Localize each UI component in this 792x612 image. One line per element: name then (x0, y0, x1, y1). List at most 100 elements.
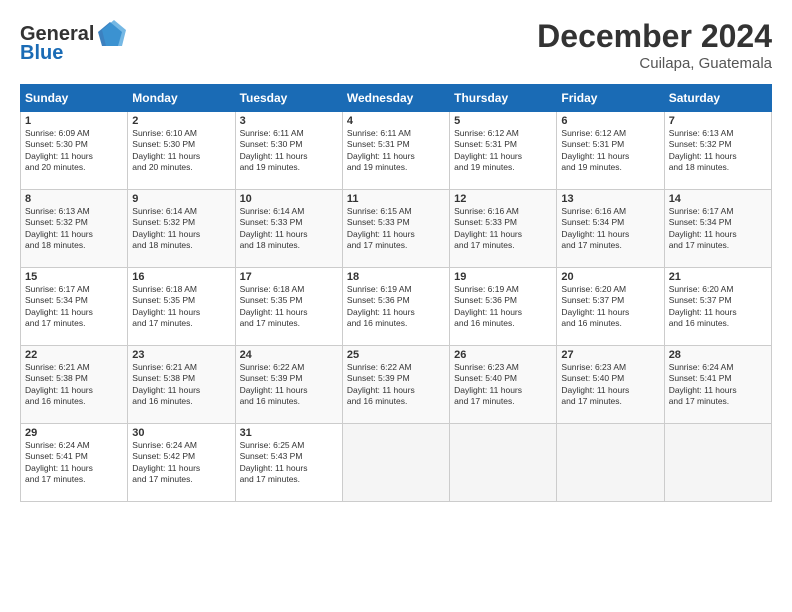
calendar-cell: 15Sunrise: 6:17 AM Sunset: 5:34 PM Dayli… (21, 268, 128, 346)
calendar-cell: 6Sunrise: 6:12 AM Sunset: 5:31 PM Daylig… (557, 112, 664, 190)
day-number: 24 (240, 349, 338, 361)
day-info: Sunrise: 6:24 AM Sunset: 5:42 PM Dayligh… (132, 440, 230, 486)
calendar-cell: 25Sunrise: 6:22 AM Sunset: 5:39 PM Dayli… (342, 346, 449, 424)
calendar-cell: 24Sunrise: 6:22 AM Sunset: 5:39 PM Dayli… (235, 346, 342, 424)
day-number: 31 (240, 427, 338, 439)
calendar-cell: 23Sunrise: 6:21 AM Sunset: 5:38 PM Dayli… (128, 346, 235, 424)
day-info: Sunrise: 6:22 AM Sunset: 5:39 PM Dayligh… (347, 362, 445, 408)
day-info: Sunrise: 6:17 AM Sunset: 5:34 PM Dayligh… (669, 206, 767, 252)
calendar-cell: 8Sunrise: 6:13 AM Sunset: 5:32 PM Daylig… (21, 190, 128, 268)
calendar-cell (664, 424, 771, 502)
location: Cuilapa, Guatemala (537, 55, 772, 72)
day-info: Sunrise: 6:09 AM Sunset: 5:30 PM Dayligh… (25, 128, 123, 174)
day-number: 3 (240, 115, 338, 127)
calendar-cell: 11Sunrise: 6:15 AM Sunset: 5:33 PM Dayli… (342, 190, 449, 268)
calendar-cell: 9Sunrise: 6:14 AM Sunset: 5:32 PM Daylig… (128, 190, 235, 268)
calendar-cell: 7Sunrise: 6:13 AM Sunset: 5:32 PM Daylig… (664, 112, 771, 190)
day-info: Sunrise: 6:22 AM Sunset: 5:39 PM Dayligh… (240, 362, 338, 408)
calendar-cell: 17Sunrise: 6:18 AM Sunset: 5:35 PM Dayli… (235, 268, 342, 346)
day-info: Sunrise: 6:24 AM Sunset: 5:41 PM Dayligh… (25, 440, 123, 486)
calendar-cell: 18Sunrise: 6:19 AM Sunset: 5:36 PM Dayli… (342, 268, 449, 346)
calendar-cell: 27Sunrise: 6:23 AM Sunset: 5:40 PM Dayli… (557, 346, 664, 424)
header-row: Sunday Monday Tuesday Wednesday Thursday… (21, 85, 772, 112)
day-number: 5 (454, 115, 552, 127)
logo-icon (94, 18, 126, 50)
day-info: Sunrise: 6:12 AM Sunset: 5:31 PM Dayligh… (561, 128, 659, 174)
day-info: Sunrise: 6:18 AM Sunset: 5:35 PM Dayligh… (240, 284, 338, 330)
day-info: Sunrise: 6:14 AM Sunset: 5:33 PM Dayligh… (240, 206, 338, 252)
calendar-cell: 5Sunrise: 6:12 AM Sunset: 5:31 PM Daylig… (450, 112, 557, 190)
calendar-cell: 2Sunrise: 6:10 AM Sunset: 5:30 PM Daylig… (128, 112, 235, 190)
col-thursday: Thursday (450, 85, 557, 112)
calendar-table: Sunday Monday Tuesday Wednesday Thursday… (20, 84, 772, 502)
calendar-cell: 14Sunrise: 6:17 AM Sunset: 5:34 PM Dayli… (664, 190, 771, 268)
day-number: 11 (347, 193, 445, 205)
calendar-cell: 29Sunrise: 6:24 AM Sunset: 5:41 PM Dayli… (21, 424, 128, 502)
day-number: 22 (25, 349, 123, 361)
calendar-cell: 28Sunrise: 6:24 AM Sunset: 5:41 PM Dayli… (664, 346, 771, 424)
calendar-week-5: 29Sunrise: 6:24 AM Sunset: 5:41 PM Dayli… (21, 424, 772, 502)
day-info: Sunrise: 6:19 AM Sunset: 5:36 PM Dayligh… (347, 284, 445, 330)
calendar-cell: 1Sunrise: 6:09 AM Sunset: 5:30 PM Daylig… (21, 112, 128, 190)
col-wednesday: Wednesday (342, 85, 449, 112)
day-info: Sunrise: 6:21 AM Sunset: 5:38 PM Dayligh… (132, 362, 230, 408)
calendar-cell: 13Sunrise: 6:16 AM Sunset: 5:34 PM Dayli… (557, 190, 664, 268)
day-number: 20 (561, 271, 659, 283)
calendar-week-4: 22 Sunrise: 6:21 AM Sunset: 5:38 PM Dayli… (21, 346, 772, 424)
logo: General Blue (20, 18, 126, 65)
day-number: 14 (669, 193, 767, 205)
day-number: 4 (347, 115, 445, 127)
day-info: Sunrise: 6:14 AM Sunset: 5:32 PM Dayligh… (132, 206, 230, 252)
day-number: 29 (25, 427, 123, 439)
calendar-cell: 12Sunrise: 6:16 AM Sunset: 5:33 PM Dayli… (450, 190, 557, 268)
day-number: 27 (561, 349, 659, 361)
title-block: December 2024 Cuilapa, Guatemala (537, 18, 772, 72)
calendar-cell (557, 424, 664, 502)
calendar-cell: 30Sunrise: 6:24 AM Sunset: 5:42 PM Dayli… (128, 424, 235, 502)
day-info: Sunrise: 6:24 AM Sunset: 5:41 PM Dayligh… (669, 362, 767, 408)
col-monday: Monday (128, 85, 235, 112)
day-number: 9 (132, 193, 230, 205)
calendar-cell: 3Sunrise: 6:11 AM Sunset: 5:30 PM Daylig… (235, 112, 342, 190)
day-number: 25 (347, 349, 445, 361)
day-number: 6 (561, 115, 659, 127)
calendar-cell: 4Sunrise: 6:11 AM Sunset: 5:31 PM Daylig… (342, 112, 449, 190)
page: General Blue December 2024 Cuilapa, Guat… (0, 0, 792, 512)
day-info: Sunrise: 6:23 AM Sunset: 5:40 PM Dayligh… (454, 362, 552, 408)
col-friday: Friday (557, 85, 664, 112)
day-number: 1 (25, 115, 123, 127)
logo-blue: Blue (20, 42, 63, 65)
day-info: Sunrise: 6:19 AM Sunset: 5:36 PM Dayligh… (454, 284, 552, 330)
col-tuesday: Tuesday (235, 85, 342, 112)
day-info: Sunrise: 6:20 AM Sunset: 5:37 PM Dayligh… (669, 284, 767, 330)
day-number: 10 (240, 193, 338, 205)
day-info: Sunrise: 6:18 AM Sunset: 5:35 PM Dayligh… (132, 284, 230, 330)
day-number: 7 (669, 115, 767, 127)
day-number: 12 (454, 193, 552, 205)
day-info: Sunrise: 6:10 AM Sunset: 5:30 PM Dayligh… (132, 128, 230, 174)
day-number: 2 (132, 115, 230, 127)
day-number: 28 (669, 349, 767, 361)
col-sunday: Sunday (21, 85, 128, 112)
day-info: Sunrise: 6:16 AM Sunset: 5:34 PM Dayligh… (561, 206, 659, 252)
day-info: Sunrise: 6:11 AM Sunset: 5:31 PM Dayligh… (347, 128, 445, 174)
calendar-week-2: 8Sunrise: 6:13 AM Sunset: 5:32 PM Daylig… (21, 190, 772, 268)
day-info: Sunrise: 6:17 AM Sunset: 5:34 PM Dayligh… (25, 284, 123, 330)
day-info: Sunrise: 6:25 AM Sunset: 5:43 PM Dayligh… (240, 440, 338, 486)
header: General Blue December 2024 Cuilapa, Guat… (20, 18, 772, 72)
day-number: 13 (561, 193, 659, 205)
day-info: Sunrise: 6:15 AM Sunset: 5:33 PM Dayligh… (347, 206, 445, 252)
day-number: 26 (454, 349, 552, 361)
day-number: 18 (347, 271, 445, 283)
day-number: 21 (669, 271, 767, 283)
day-info: Sunrise: 6:12 AM Sunset: 5:31 PM Dayligh… (454, 128, 552, 174)
day-info: Sunrise: 6:20 AM Sunset: 5:37 PM Dayligh… (561, 284, 659, 330)
day-info: Sunrise: 6:13 AM Sunset: 5:32 PM Dayligh… (669, 128, 767, 174)
day-number: 30 (132, 427, 230, 439)
day-number: 23 (132, 349, 230, 361)
day-number: 15 (25, 271, 123, 283)
calendar-cell: 16Sunrise: 6:18 AM Sunset: 5:35 PM Dayli… (128, 268, 235, 346)
calendar-cell: 22Sunrise: 6:21 AM Sunset: 5:38 PM Dayli… (21, 346, 128, 424)
calendar-week-1: 1Sunrise: 6:09 AM Sunset: 5:30 PM Daylig… (21, 112, 772, 190)
day-info: Sunrise: 6:23 AM Sunset: 5:40 PM Dayligh… (561, 362, 659, 408)
